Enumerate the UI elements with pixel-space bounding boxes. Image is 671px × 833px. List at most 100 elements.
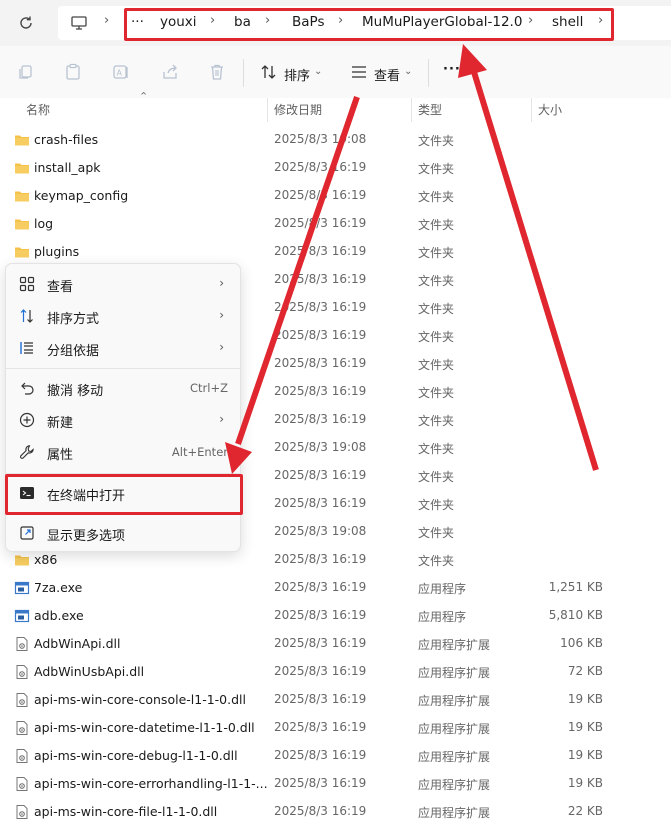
toolbar-divider (243, 59, 244, 87)
view-icon[interactable] (350, 63, 368, 81)
chevron-up-icon: ⌃ (139, 90, 149, 103)
exe-icon (14, 608, 30, 624)
folder-icon (14, 552, 30, 568)
file-date: 2025/8/3 19:08 (274, 132, 367, 146)
file-row[interactable]: api-ms-win-core-console-l1-1-0.dll 2025/8… (0, 686, 671, 714)
toolbar-divider (428, 59, 429, 87)
menu-item-new[interactable]: 新建 › (6, 405, 240, 435)
view-button[interactable]: 查看 (374, 65, 400, 84)
file-type: 文件夹 (418, 386, 455, 400)
file-date: 2025/8/3 16:19 (274, 748, 367, 762)
file-size: 72 KB (567, 664, 603, 678)
breadcrumb-shell[interactable]: shell (552, 14, 583, 30)
column-date[interactable]: 修改日期 (274, 101, 322, 118)
refresh-icon[interactable] (14, 11, 38, 35)
delete-icon[interactable] (208, 63, 226, 81)
file-row[interactable]: 7za.exe 2025/8/3 16:19 应用程序 1,251 KB (0, 574, 671, 602)
file-row[interactable]: api-ms-win-core-errorhandling-l1-1-... 20… (0, 770, 671, 798)
chevron-right-icon[interactable]: › (210, 13, 215, 28)
file-name: x86 (34, 552, 58, 567)
chevron-right-icon: › (219, 276, 224, 290)
column-divider[interactable] (411, 98, 412, 122)
file-date: 2025/8/3 16:19 (274, 692, 367, 706)
menu-label: 属性 (47, 448, 74, 463)
column-size[interactable]: 大小 (538, 101, 562, 118)
menu-item-show-more-options[interactable]: 显示更多选项 (6, 518, 240, 548)
file-row[interactable]: api-ms-win-core-debug-l1-1-0.dll 2025/8/3… (0, 742, 671, 770)
file-row[interactable]: AdbWinUsbApi.dll 2025/8/3 16:19 应用程序扩展 72 K… (0, 658, 671, 686)
file-row[interactable]: keymap_config 2025/8/3 16:19 文件夹 (0, 182, 671, 210)
file-type: 文件夹 (418, 134, 455, 148)
file-row[interactable]: api-ms-win-core-file-l1-1-0.dll 2025/8/3 … (0, 798, 671, 826)
file-date: 2025/8/3 16:19 (274, 188, 367, 202)
file-date: 2025/8/3 16:19 (274, 552, 367, 566)
chevron-right-icon[interactable]: › (598, 13, 603, 28)
file-type: 应用程序扩展 (418, 778, 491, 792)
file-name: api-ms-win-core-errorhandling-l1-1-... (34, 776, 268, 791)
sort-button[interactable]: 排序 (284, 65, 310, 84)
menu-label: 分组依据 (47, 344, 100, 359)
file-size: 22 KB (567, 804, 603, 818)
share-icon[interactable] (161, 63, 179, 81)
folder-icon (14, 160, 30, 176)
chevron-down-icon[interactable]: ⌄ (404, 66, 412, 77)
file-date: 2025/8/3 16:19 (274, 636, 367, 650)
menu-item-group-by[interactable]: 分组依据 › (6, 333, 240, 363)
more-button[interactable]: ··· (443, 62, 461, 77)
menu-label: 新建 (47, 416, 74, 431)
file-row[interactable]: AdbWinApi.dll 2025/8/3 16:19 应用程序扩展 106 KB (0, 630, 671, 658)
chevron-right-icon[interactable]: › (265, 13, 270, 28)
menu-item-sort-by[interactable]: 排序方式 › (6, 301, 240, 331)
paste-icon[interactable] (64, 63, 82, 81)
file-date: 2025/8/3 16:19 (274, 720, 367, 734)
chevron-right-icon[interactable]: › (338, 13, 343, 28)
menu-item-view[interactable]: 查看 › (6, 269, 240, 299)
menu-item-properties[interactable]: 属性 Alt+Enter (6, 437, 240, 467)
column-header: ⌃ 名称 修改日期 类型 大小 (0, 90, 671, 122)
folder-icon (14, 132, 30, 148)
file-name: install_apk (34, 160, 101, 175)
file-type: 应用程序扩展 (418, 638, 491, 652)
undo-icon (19, 380, 35, 396)
breadcrumb-overflow[interactable]: ··· (131, 14, 144, 30)
menu-shortcut: Alt+Enter (171, 445, 228, 459)
file-type: 文件夹 (418, 190, 455, 204)
copy-icon[interactable] (17, 63, 35, 81)
chevron-down-icon[interactable]: ⌄ (314, 66, 322, 77)
file-row[interactable]: plugins 2025/8/3 16:19 文件夹 (0, 238, 671, 266)
rename-icon[interactable]: A (112, 63, 130, 81)
more-options-icon (19, 525, 35, 541)
chevron-right-icon[interactable]: › (528, 13, 533, 28)
file-row[interactable]: api-ms-win-core-datetime-l1-1-0.dll 2025/… (0, 714, 671, 742)
file-type: 应用程序扩展 (418, 694, 491, 708)
breadcrumb-youxi[interactable]: youxi (160, 14, 197, 30)
menu-item-undo-move[interactable]: 撤消 移动 Ctrl+Z (6, 373, 240, 403)
file-size: 19 KB (567, 748, 603, 762)
address-row: › ··· youxi › ba › BaPs › MuMuPlayerGlob… (0, 0, 671, 46)
chevron-right-icon[interactable]: › (104, 13, 109, 28)
file-row[interactable]: install_apk 2025/8/3 16:19 文件夹 (0, 154, 671, 182)
file-date: 2025/8/3 16:19 (274, 160, 367, 174)
file-type: 文件夹 (418, 246, 455, 260)
file-type: 文件夹 (418, 498, 455, 512)
column-name[interactable]: 名称 (26, 101, 50, 118)
column-divider[interactable] (531, 98, 532, 122)
file-type: 应用程序扩展 (418, 722, 491, 736)
dll-file-icon (14, 664, 30, 680)
sort-icon[interactable] (260, 63, 278, 81)
menu-label: 查看 (47, 280, 74, 295)
file-date: 2025/8/3 16:19 (274, 244, 367, 258)
breadcrumb-ba[interactable]: ba (234, 14, 251, 30)
breadcrumb-mumu[interactable]: MuMuPlayerGlobal-12.0 (362, 14, 522, 30)
file-row[interactable]: adb.exe 2025/8/3 16:19 应用程序 5,810 KB (0, 602, 671, 630)
file-date: 2025/8/3 16:19 (274, 608, 367, 622)
file-row[interactable]: crash-files 2025/8/3 19:08 文件夹 (0, 126, 671, 154)
dll-file-icon (14, 804, 30, 820)
column-divider[interactable] (267, 98, 268, 122)
this-pc-icon[interactable] (70, 14, 88, 32)
file-type: 应用程序扩展 (418, 750, 491, 764)
file-type: 文件夹 (418, 414, 455, 428)
column-type[interactable]: 类型 (418, 101, 442, 118)
file-row[interactable]: log 2025/8/3 16:19 文件夹 (0, 210, 671, 238)
breadcrumb-baps[interactable]: BaPs (292, 14, 324, 30)
